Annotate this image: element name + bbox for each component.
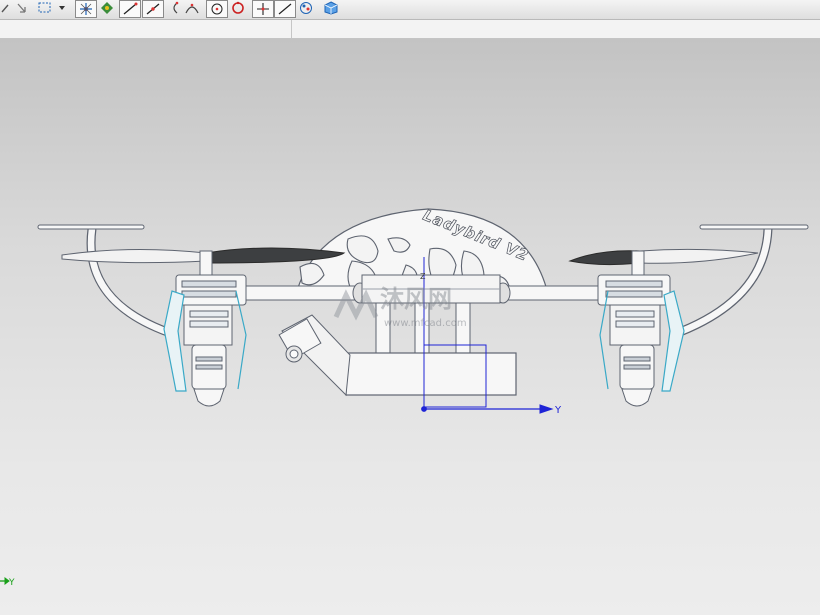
watermark-chinese-text: 沐风网 [380,285,452,313]
snap-grid-icon[interactable] [99,0,115,16]
csys-z-axis-label: Z [420,272,426,281]
drone-model[interactable]: Ladybird V2 Y Z 沐风网 www.mfcad.com Y [0,39,820,615]
circle-icon[interactable] [229,0,247,16]
arc-icon[interactable] [168,0,182,16]
left-rotor-tip-bar [37,224,145,230]
right-propeller-light-blade [639,248,759,264]
selection-bar [0,20,820,39]
right-motor-pod [597,250,685,407]
right-rotor-tip-bar [699,224,809,230]
tangent-icon[interactable] [184,0,200,16]
left-propeller-light-blade [61,248,207,264]
palette-icon[interactable] [297,0,315,16]
cube-view-icon[interactable] [322,0,340,16]
triad-y-axis-label: Y [8,578,15,588]
csys-y-axis-label: Y [554,405,562,416]
dropdown-arrow-icon[interactable] [57,0,67,16]
cross-point-icon[interactable] [252,0,274,18]
graphics-viewport[interactable]: Ladybird V2 Y Z 沐风网 www.mfcad.com Y [0,39,820,615]
selection-bar-divider [291,20,292,38]
camera-housing [345,352,517,396]
undo-arrow-icon[interactable] [0,0,14,16]
main-toolbar [0,0,820,20]
left-motor-pod [163,250,247,407]
view-triad [0,577,10,585]
snap-all-icon[interactable] [75,0,97,18]
right-propeller-dark-blade [568,250,641,266]
line-point-icon[interactable] [142,0,164,18]
redo-arrow-icon[interactable] [14,0,30,16]
angle-line-icon[interactable] [274,0,296,18]
watermark-url-text: www.mfcad.com [384,318,467,329]
line-icon[interactable] [119,0,141,18]
right-cross-arm [497,285,599,301]
select-box-icon[interactable] [36,0,54,16]
circle-center-icon[interactable] [206,0,228,18]
